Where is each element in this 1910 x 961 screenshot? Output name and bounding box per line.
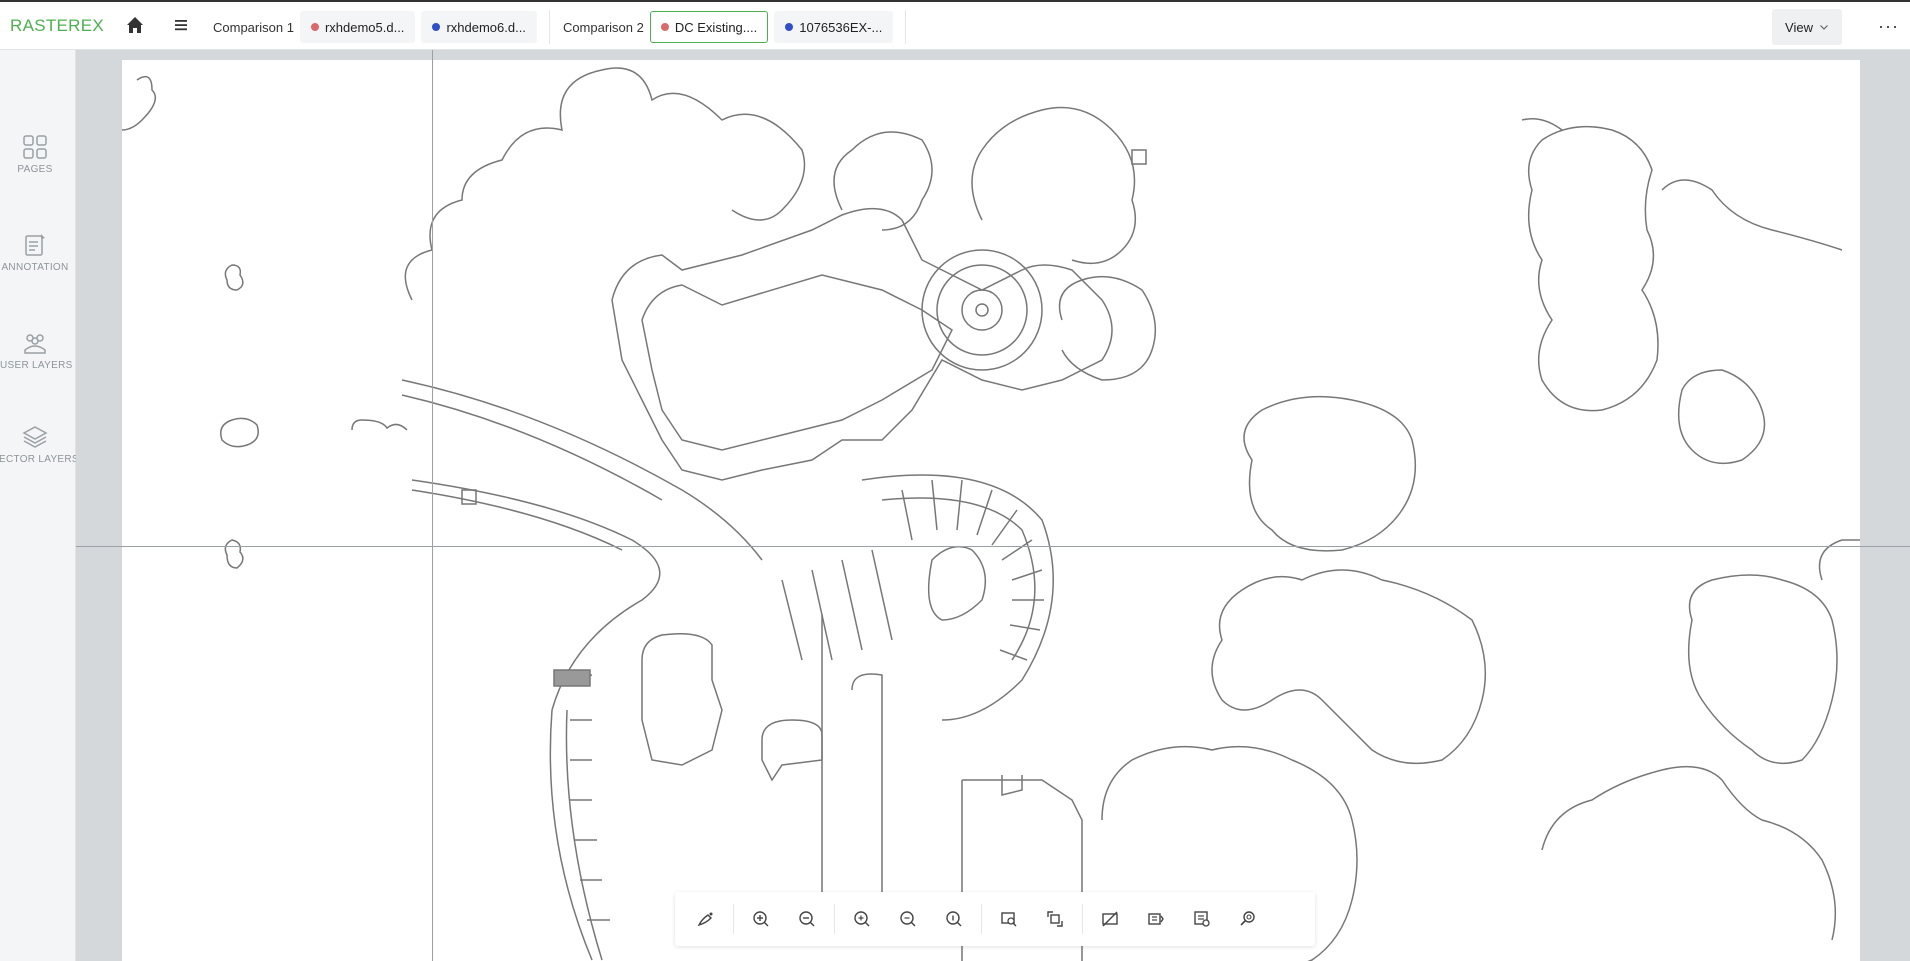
- crosshair-horizontal: [76, 546, 1910, 547]
- sidebar-item-label: ANNOTATION: [1, 262, 69, 273]
- file-color-dot: [432, 23, 441, 31]
- zoom-out-icon: [799, 911, 815, 927]
- file-tab-label: 1076536EX-...: [799, 19, 883, 35]
- top-bar: RASTEREX Comparison 1 rxhdemo5.d... rxhd…: [0, 2, 1910, 50]
- file-tab-label: rxhdemo6.d...: [446, 19, 526, 35]
- hide-layer-button[interactable]: [1087, 899, 1133, 939]
- file-tab[interactable]: rxhdemo5.d...: [299, 11, 416, 43]
- sidebar-item-pages[interactable]: PAGES: [0, 134, 70, 175]
- user-layers-icon: [24, 334, 46, 354]
- comparison-tabs: Comparison 1 rxhdemo5.d... rxhdemo6.d...…: [206, 10, 912, 44]
- crosshair-vertical: [432, 50, 433, 961]
- sidebar-item-vector-layers[interactable]: VECTOR LAYERS: [0, 424, 79, 465]
- file-tab[interactable]: rxhdemo6.d...: [421, 11, 537, 43]
- toolbar-divider: [1082, 904, 1083, 934]
- comparison-label[interactable]: Comparison 2: [556, 20, 650, 35]
- zoom-window-icon: [1001, 912, 1017, 927]
- drawing-page: [121, 60, 1860, 961]
- zoom-in-icon: [753, 911, 769, 927]
- compare-button[interactable]: [1133, 899, 1179, 939]
- comparison-label[interactable]: Comparison 1: [206, 20, 300, 35]
- file-color-dot: [310, 23, 319, 31]
- site-plan-drawing: [121, 67, 1860, 961]
- sidebar-item-label: USER LAYERS: [0, 360, 73, 371]
- file-tab[interactable]: 1076536EX-...: [774, 11, 894, 43]
- zoom-in-alt-button[interactable]: [839, 899, 885, 939]
- search-icon: [1240, 911, 1255, 926]
- sidebar-item-user-layers[interactable]: USER LAYERS: [0, 330, 73, 371]
- magic-tool-icon: [697, 912, 713, 927]
- more-options-button[interactable]: ···: [1878, 16, 1899, 37]
- zoom-in-button[interactable]: [738, 899, 784, 939]
- drawing-canvas[interactable]: [76, 50, 1910, 961]
- chevron-down-icon: [1820, 25, 1828, 30]
- zoom-out-button[interactable]: [784, 899, 830, 939]
- menu-icon[interactable]: [170, 14, 192, 36]
- rotate-icon: [1047, 911, 1063, 927]
- zoom-fit-button[interactable]: [931, 899, 977, 939]
- zoom-window-button[interactable]: [986, 899, 1032, 939]
- zoom-fit-icon: [946, 911, 962, 927]
- home-icon[interactable]: [124, 14, 146, 36]
- search-button[interactable]: [1225, 899, 1271, 939]
- file-tab-label: DC Existing....: [674, 19, 758, 35]
- zoom-out-alt-button[interactable]: [885, 899, 931, 939]
- hide-icon: [1102, 911, 1118, 927]
- pages-icon: [23, 135, 47, 159]
- rotate-button[interactable]: [1032, 899, 1078, 939]
- bottom-toolbar: [675, 892, 1315, 946]
- compare-icon: [1148, 913, 1164, 925]
- toolbar-divider: [834, 904, 835, 934]
- view-label: View: [1785, 19, 1813, 35]
- sidebar-item-annotation[interactable]: ANNOTATION: [0, 232, 70, 273]
- toolbar-divider: [733, 904, 734, 934]
- annotation-icon: [25, 234, 45, 256]
- vector-layers-icon: [22, 426, 48, 448]
- magic-tool-button[interactable]: [683, 899, 729, 939]
- file-tab-label: rxhdemo5.d...: [324, 19, 405, 35]
- file-tab-active[interactable]: DC Existing....: [649, 11, 769, 43]
- toolbar-divider: [981, 904, 982, 934]
- file-color-dot: [785, 23, 794, 31]
- measure-button[interactable]: [1179, 899, 1225, 939]
- sidebar-item-label: PAGES: [17, 164, 53, 175]
- file-color-dot: [660, 23, 669, 31]
- zoom-in-alt-icon: [854, 911, 870, 927]
- zoom-out-alt-icon: [900, 911, 916, 927]
- comparison-group-2: Comparison 2 DC Existing.... 1076536EX-.…: [556, 10, 907, 44]
- left-sidebar: PAGES ANNOTATION USER LAYERS VECTOR LAYE…: [0, 50, 79, 961]
- view-dropdown[interactable]: View: [1772, 9, 1842, 45]
- app-logo: RASTEREX: [10, 16, 105, 35]
- comparison-group-1: Comparison 1 rxhdemo5.d... rxhdemo6.d...: [206, 10, 550, 44]
- sidebar-item-label: VECTOR LAYERS: [0, 454, 79, 465]
- measure-icon: [1194, 911, 1210, 927]
